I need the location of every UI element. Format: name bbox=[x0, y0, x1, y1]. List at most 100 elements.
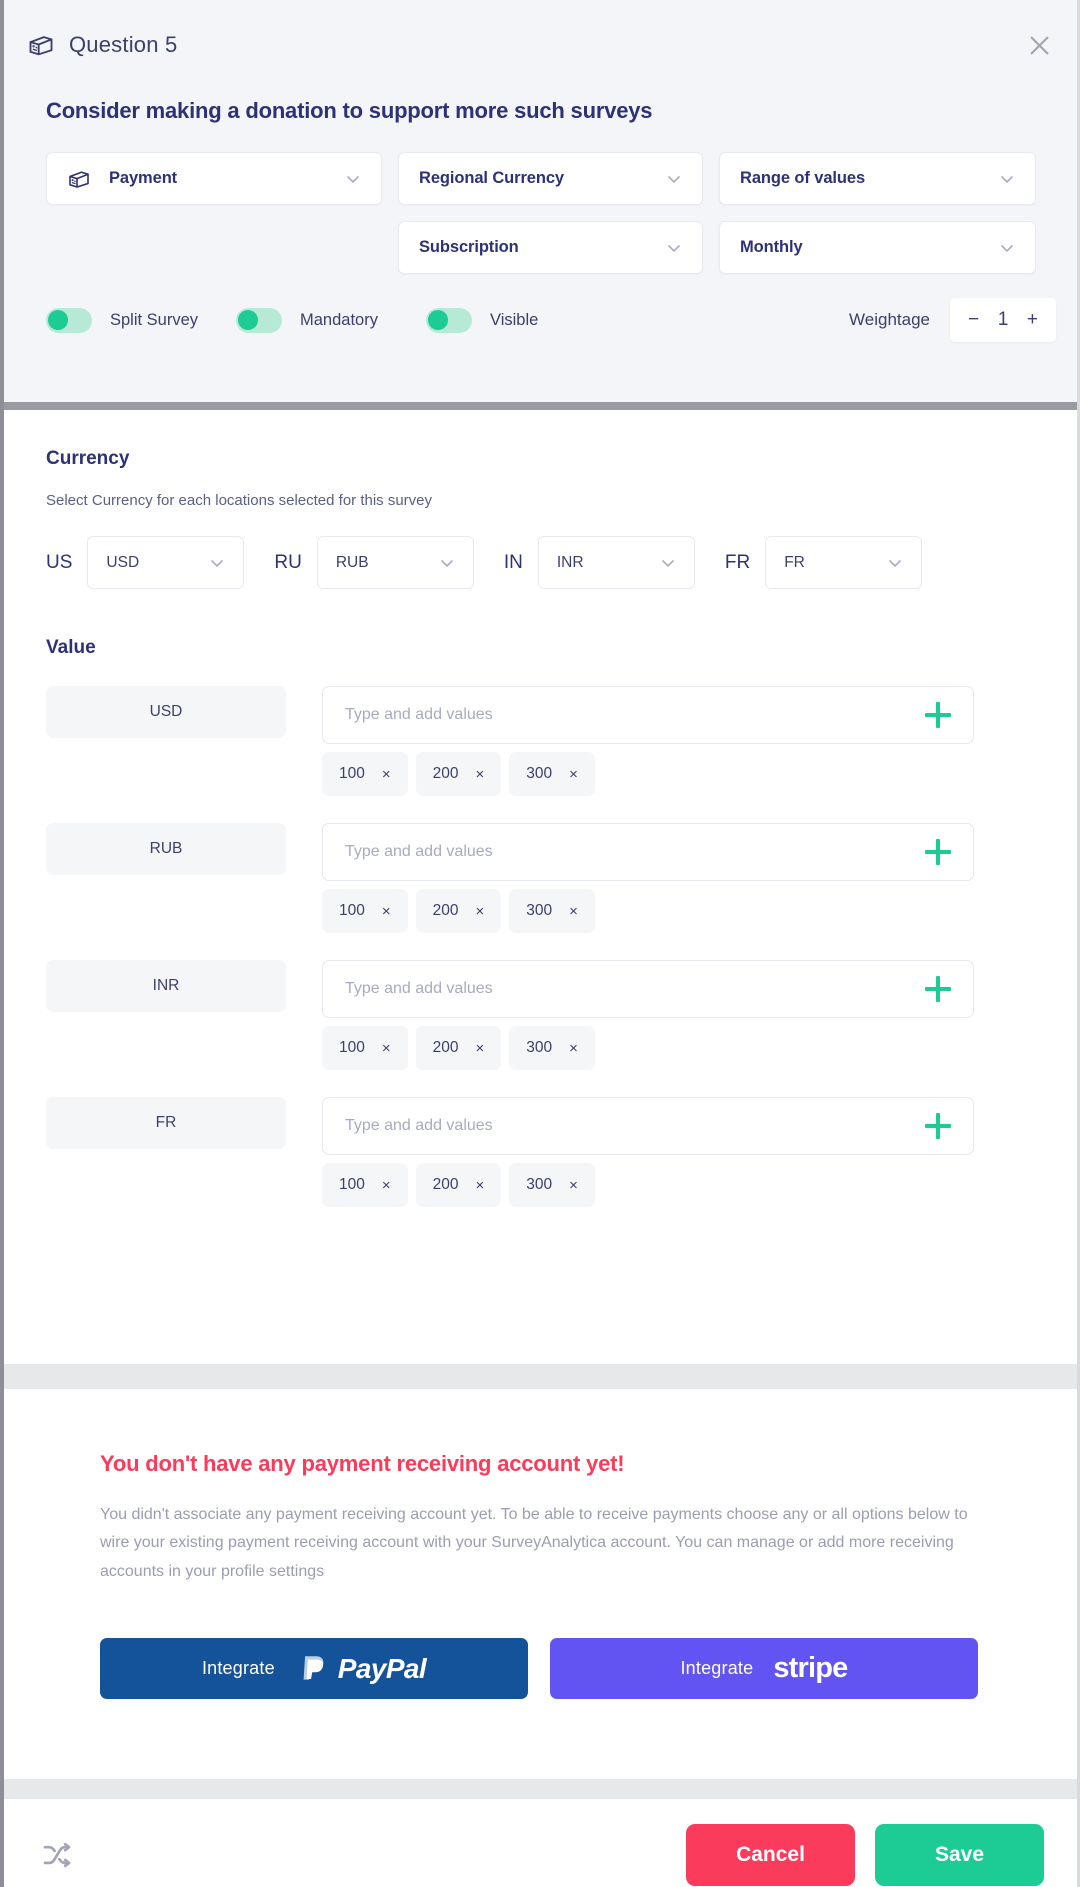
value-tag-remove[interactable]: × bbox=[476, 766, 485, 783]
shuffle-icon[interactable] bbox=[40, 1838, 74, 1872]
question-editor-modal: Question 5 Consider making a donation to… bbox=[0, 0, 1080, 1887]
select-row-2: Subscription Monthly bbox=[398, 221, 1056, 274]
weightage-stepper[interactable]: − 1 + bbox=[950, 298, 1056, 342]
currency-value-in: INR bbox=[556, 553, 584, 571]
value-row-rub: RUB 100 × 200 × 300 × bbox=[0, 823, 1080, 933]
value-tag: 300 × bbox=[509, 752, 595, 796]
value-tag-remove[interactable]: × bbox=[476, 1177, 485, 1194]
question-type-select[interactable]: Payment bbox=[46, 152, 382, 205]
value-tags-inr: 100 × 200 × 300 × bbox=[322, 1026, 974, 1070]
chevron-down-icon bbox=[662, 559, 674, 567]
payment-warning-title: You don't have any payment receiving acc… bbox=[100, 1451, 625, 1476]
value-tag-text: 300 bbox=[526, 765, 553, 782]
plus-icon[interactable] bbox=[925, 1113, 951, 1139]
payment-card-icon bbox=[69, 170, 89, 188]
toggle-visible[interactable]: Visible bbox=[426, 307, 616, 333]
modal-footer: Cancel Save bbox=[0, 1799, 1080, 1887]
close-icon bbox=[1030, 36, 1048, 54]
value-mode-value: Range of values bbox=[740, 169, 866, 187]
value-input-inr[interactable] bbox=[345, 980, 925, 998]
value-tag-text: 300 bbox=[526, 902, 553, 919]
country-code-ru: RU bbox=[274, 551, 302, 573]
question-header-panel: Question 5 Consider making a donation to… bbox=[0, 0, 1080, 402]
header-body-divider bbox=[0, 402, 1080, 410]
value-tag-remove[interactable]: × bbox=[382, 766, 391, 783]
split-survey-switch[interactable] bbox=[46, 307, 92, 333]
modal-titlebar: Question 5 bbox=[0, 0, 1080, 90]
close-button[interactable] bbox=[1022, 28, 1056, 62]
save-button[interactable]: Save bbox=[875, 1824, 1044, 1886]
toggle-mandatory[interactable]: Mandatory bbox=[236, 307, 426, 333]
currency-select-us[interactable]: USD bbox=[87, 536, 245, 589]
value-mode-select[interactable]: Range of values bbox=[719, 152, 1036, 205]
footer-divider-band bbox=[0, 1779, 1080, 1799]
frequency-select[interactable]: Monthly bbox=[719, 221, 1036, 274]
value-tags-rub: 100 × 200 × 300 × bbox=[322, 889, 974, 933]
chevron-down-icon bbox=[211, 559, 224, 567]
mandatory-label: Mandatory bbox=[300, 310, 378, 329]
currency-selector-row: US USD RU RUB IN INR FR FR bbox=[0, 536, 1080, 589]
currency-select-fr[interactable]: FR bbox=[765, 536, 923, 589]
cancel-button[interactable]: Cancel bbox=[686, 1824, 855, 1886]
mandatory-switch[interactable] bbox=[236, 307, 282, 333]
plus-icon[interactable] bbox=[925, 839, 951, 865]
left-rail bbox=[0, 0, 4, 1887]
plus-icon[interactable] bbox=[925, 702, 951, 728]
payment-card-icon bbox=[29, 36, 53, 56]
value-input-wrapper-usd bbox=[322, 686, 974, 744]
value-tag-remove[interactable]: × bbox=[569, 903, 578, 920]
value-row-inr: INR 100 × 200 × 300 × bbox=[0, 960, 1080, 1070]
value-tag-remove[interactable]: × bbox=[382, 1177, 391, 1194]
currency-section-title: Currency bbox=[46, 448, 130, 469]
value-input-fr[interactable] bbox=[345, 1117, 925, 1135]
value-tag: 200 × bbox=[415, 1026, 502, 1070]
value-input-usd[interactable] bbox=[345, 706, 925, 724]
split-survey-label: Split Survey bbox=[110, 310, 199, 329]
visible-label: Visible bbox=[490, 310, 539, 329]
question-title: Consider making a donation to support mo… bbox=[46, 98, 653, 123]
question-type-value: Payment bbox=[109, 169, 178, 187]
value-tag-remove[interactable]: × bbox=[476, 1040, 485, 1057]
weightage-label: Weightage bbox=[849, 310, 930, 329]
visible-switch[interactable] bbox=[426, 307, 472, 333]
currency-item-fr: FR FR bbox=[725, 536, 923, 589]
value-tag-remove[interactable]: × bbox=[569, 1040, 578, 1057]
value-tag-remove[interactable]: × bbox=[569, 1177, 578, 1194]
value-tag: 100 × bbox=[322, 1163, 408, 1207]
value-tag-remove[interactable]: × bbox=[382, 1040, 391, 1057]
weightage-decrement-button[interactable]: − bbox=[968, 309, 979, 331]
currency-select-ru[interactable]: RUB bbox=[316, 536, 474, 589]
value-input-wrapper-rub bbox=[322, 823, 974, 881]
payment-model-select[interactable]: Subscription bbox=[398, 221, 703, 274]
value-tag-remove[interactable]: × bbox=[382, 903, 391, 920]
currency-mode-select[interactable]: Regional Currency bbox=[398, 152, 703, 205]
currency-value-us: USD bbox=[106, 553, 140, 571]
integrate-paypal-button[interactable]: Integrate PayPal bbox=[100, 1638, 528, 1700]
integrate-stripe-button[interactable]: Integrate stripe bbox=[550, 1638, 978, 1700]
value-tag-text: 100 bbox=[339, 1039, 365, 1056]
value-tag-text: 300 bbox=[526, 1039, 553, 1056]
toggle-split-survey[interactable]: Split Survey bbox=[46, 307, 236, 333]
value-tag-text: 200 bbox=[432, 1176, 459, 1193]
currency-mode-value: Regional Currency bbox=[419, 169, 565, 187]
chevron-down-icon bbox=[1001, 175, 1013, 183]
currency-select-in[interactable]: INR bbox=[537, 536, 695, 589]
select-row-1: Payment Regional Currency Range of value… bbox=[46, 152, 1056, 205]
value-tag-remove[interactable]: × bbox=[569, 766, 578, 783]
plus-icon[interactable] bbox=[925, 976, 951, 1002]
value-input-wrapper-inr bbox=[322, 960, 974, 1018]
value-tag-remove[interactable]: × bbox=[476, 903, 485, 920]
payment-warning-description: You didn't associate any payment receivi… bbox=[100, 1506, 968, 1580]
value-row-usd: USD 100 × 200 × 300 × bbox=[0, 686, 1080, 796]
value-input-rub[interactable] bbox=[345, 843, 925, 861]
value-tag: 100 × bbox=[322, 752, 408, 796]
currency-item-us: US USD bbox=[46, 536, 245, 589]
chevron-down-icon bbox=[668, 244, 680, 252]
currency-value-fr: FR bbox=[784, 553, 805, 571]
paypal-brand-label: PayPal bbox=[337, 1652, 427, 1684]
question-config-selects: Payment Regional Currency Range of value… bbox=[0, 152, 1080, 274]
country-code-us: US bbox=[46, 551, 73, 573]
weightage-increment-button[interactable]: + bbox=[1027, 309, 1038, 331]
value-tag: 100 × bbox=[322, 889, 408, 933]
value-tag: 300 × bbox=[509, 889, 595, 933]
